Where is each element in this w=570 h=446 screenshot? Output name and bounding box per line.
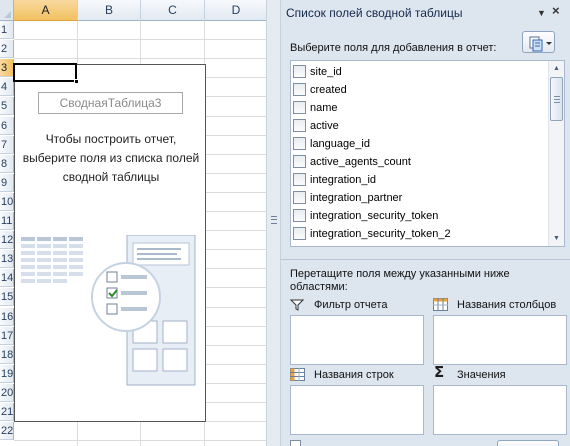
layout-options-icon bbox=[529, 36, 552, 52]
pane-title: Список полей сводной таблицы bbox=[286, 6, 463, 20]
column-header-a[interactable]: A bbox=[14, 0, 78, 21]
column-header-b[interactable]: B bbox=[78, 0, 141, 21]
select-all-corner[interactable] bbox=[0, 0, 14, 21]
choose-fields-label: Выберите поля для добавления в отчет: bbox=[290, 42, 497, 54]
row-header-10[interactable]: 10 bbox=[0, 192, 14, 211]
pivot-illustration bbox=[21, 235, 196, 386]
row-header-2[interactable]: 2 bbox=[0, 40, 14, 59]
row-header-19[interactable]: 19 bbox=[0, 364, 14, 383]
scroll-thumb[interactable] bbox=[550, 77, 563, 121]
scroll-down-icon[interactable]: ▼ bbox=[549, 231, 564, 246]
field-item-created[interactable]: created bbox=[293, 81, 347, 99]
field-checkbox[interactable] bbox=[293, 226, 306, 240]
row-header-12[interactable]: 12 bbox=[0, 231, 14, 250]
pivot-table-name: СводнаяТаблица3 bbox=[38, 92, 183, 114]
defer-layout-row bbox=[281, 438, 570, 446]
field-item-integration-security-token-2[interactable]: integration_security_token_2 bbox=[293, 225, 451, 243]
row-header-16[interactable]: 16 bbox=[0, 307, 14, 326]
row-header-8[interactable]: 8 bbox=[0, 154, 14, 173]
report-filter-title: Фильтр отчета bbox=[314, 299, 388, 311]
field-item-language-id[interactable]: language_id bbox=[293, 135, 370, 153]
values-drop-area[interactable] bbox=[433, 385, 567, 435]
pivot-table-hint: Чтобы построить отчет, выберите поля из … bbox=[22, 132, 200, 184]
field-checkbox[interactable] bbox=[293, 136, 306, 150]
splitter-grip[interactable] bbox=[271, 216, 277, 224]
field-checkbox[interactable] bbox=[293, 172, 306, 186]
field-item-active[interactable]: active bbox=[293, 117, 339, 135]
row-header-1[interactable]: 1 bbox=[0, 21, 14, 39]
values-title: Значения bbox=[457, 369, 506, 381]
spreadsheet-grid[interactable]: A B C D 1 2 3 4 5 6 7 8 9 10 11 12 13 14 15 16 17 18 19 20 2… bbox=[0, 0, 266, 446]
column-header-c[interactable]: C bbox=[141, 0, 205, 21]
sigma-icon: Σ bbox=[434, 363, 445, 381]
column-header-d[interactable]: D bbox=[205, 0, 266, 21]
row-header-20[interactable]: 20 bbox=[0, 383, 14, 402]
row-header-18[interactable]: 18 bbox=[0, 345, 14, 364]
defer-update-checkbox[interactable] bbox=[290, 440, 301, 446]
pivot-field-list-pane: Список полей сводной таблицы ▼ × Выберит… bbox=[281, 0, 570, 446]
row-header-9[interactable]: 9 bbox=[0, 173, 14, 192]
row-header-7[interactable]: 7 bbox=[0, 135, 14, 154]
row-header-14[interactable]: 14 bbox=[0, 269, 14, 288]
filter-funnel-icon bbox=[290, 299, 304, 311]
row-header-5[interactable]: 5 bbox=[0, 97, 14, 116]
layout-options-button[interactable] bbox=[522, 31, 555, 53]
field-checkbox[interactable] bbox=[293, 190, 306, 204]
row-header-21[interactable]: 21 bbox=[0, 403, 14, 421]
field-item-integration-partner[interactable]: integration_partner bbox=[293, 189, 402, 207]
row-labels-drop-area[interactable] bbox=[290, 385, 424, 435]
pane-divider[interactable] bbox=[281, 259, 570, 260]
chevron-down-icon[interactable]: ▼ bbox=[537, 6, 546, 20]
scroll-up-icon[interactable]: ▲ bbox=[549, 61, 564, 76]
field-list[interactable]: site_id created name active language_id … bbox=[290, 60, 565, 247]
row-header-17[interactable]: 17 bbox=[0, 326, 14, 345]
row-header-3[interactable]: 3 bbox=[0, 59, 14, 78]
field-checkbox[interactable] bbox=[293, 100, 306, 114]
table-rows-icon bbox=[290, 368, 305, 381]
drag-fields-label: Перетащите поля между указанными ниже об… bbox=[290, 268, 510, 293]
field-list-scrollbar[interactable]: ▲ ▼ bbox=[548, 61, 564, 246]
active-cell-a3[interactable] bbox=[13, 63, 79, 84]
field-item-integration-security-token[interactable]: integration_security_token bbox=[293, 207, 438, 225]
row-header-4[interactable]: 4 bbox=[0, 78, 14, 97]
table-columns-icon bbox=[433, 298, 448, 311]
field-item-name[interactable]: name bbox=[293, 99, 338, 117]
row-header-13[interactable]: 13 bbox=[0, 250, 14, 269]
row-labels-title: Названия строк bbox=[314, 369, 394, 381]
field-checkbox[interactable] bbox=[293, 64, 306, 78]
report-filter-drop-area[interactable] bbox=[290, 315, 424, 365]
field-checkbox[interactable] bbox=[293, 208, 306, 222]
field-checkbox[interactable] bbox=[293, 154, 306, 168]
column-labels-drop-area[interactable] bbox=[433, 315, 567, 365]
row-header-6[interactable]: 6 bbox=[0, 116, 14, 135]
column-labels-title: Названия столбцов bbox=[457, 299, 557, 311]
field-item-active-agents-count[interactable]: active_agents_count bbox=[293, 153, 411, 171]
field-checkbox[interactable] bbox=[293, 82, 306, 96]
pane-splitter[interactable] bbox=[266, 0, 281, 446]
field-checkbox[interactable] bbox=[293, 118, 306, 132]
field-item-integration-id[interactable]: integration_id bbox=[293, 171, 376, 189]
field-item-site-id[interactable]: site_id bbox=[293, 63, 342, 81]
pivot-table-placeholder[interactable]: СводнаяТаблица3 Чтобы построить отчет, в… bbox=[14, 64, 206, 422]
update-button[interactable] bbox=[497, 440, 559, 446]
close-icon[interactable]: × bbox=[552, 4, 560, 18]
row-header-15[interactable]: 15 bbox=[0, 288, 14, 307]
row-header-11[interactable]: 11 bbox=[0, 212, 14, 230]
row-header-22[interactable]: 22 bbox=[0, 422, 14, 441]
